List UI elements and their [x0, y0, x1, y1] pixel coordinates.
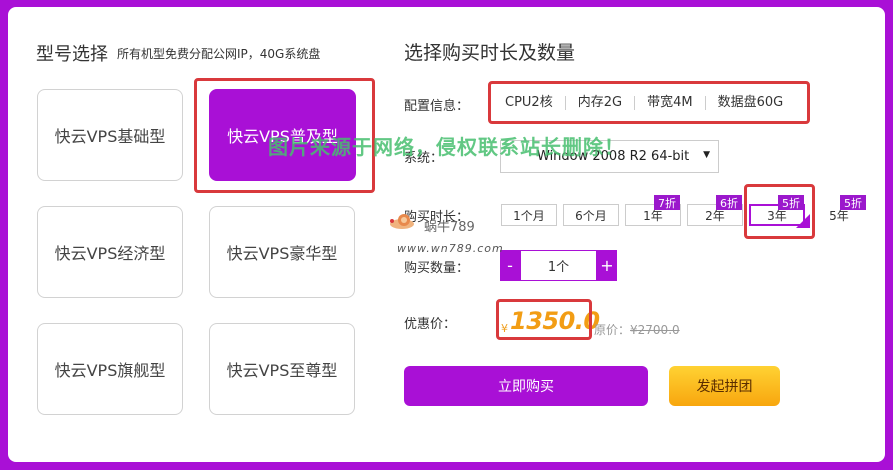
- model-tile-deluxe[interactable]: 快云VPS豪华型: [209, 206, 355, 298]
- config-label: 配置信息：: [404, 99, 470, 114]
- price-currency: ¥: [501, 322, 508, 335]
- config-memory: 内存2G: [566, 96, 636, 110]
- original-price-prefix: 原价：: [594, 323, 631, 337]
- original-price: 原价：¥2700.0: [594, 321, 680, 338]
- model-tile-flagship[interactable]: 快云VPS旗舰型: [37, 323, 183, 415]
- chevron-down-icon: ▼: [703, 150, 710, 160]
- model-tile-economy[interactable]: 快云VPS经济型: [37, 206, 183, 298]
- model-section-subtitle: 所有机型免费分配公网IP，40G系统盘: [117, 47, 321, 61]
- model-tile-supreme[interactable]: 快云VPS至尊型: [209, 323, 355, 415]
- buy-now-button[interactable]: 立即购买: [404, 366, 648, 406]
- quantity-label: 购买数量：: [404, 261, 470, 276]
- discount-badge-5-years: 5折: [840, 195, 866, 210]
- price-label: 优惠价：: [404, 317, 457, 332]
- purchase-section-title: 选择购买时长及数量: [404, 42, 576, 64]
- config-cpu: CPU2核: [493, 96, 566, 110]
- discount-price: 1350.0: [510, 307, 600, 335]
- watermark-text: 图片来源于网络，侵权联系站长删除！: [268, 135, 625, 159]
- model-tile-basic[interactable]: 快云VPS基础型: [37, 89, 183, 181]
- discount-badge-2-years: 6折: [716, 195, 742, 210]
- watermark-site-url: www.wn789.com: [397, 242, 504, 255]
- snail-logo-icon: [390, 214, 414, 229]
- config-bandwidth: 带宽4M: [635, 96, 706, 110]
- discount-badge-1-year: 7折: [654, 195, 680, 210]
- selected-check-icon: [796, 214, 810, 228]
- duration-option-1-month[interactable]: 1个月: [501, 204, 557, 226]
- quantity-plus-button[interactable]: +: [597, 250, 617, 281]
- discount-badge-3-years: 5折: [778, 195, 804, 210]
- original-price-value: ¥2700.0: [630, 323, 680, 337]
- quantity-input[interactable]: 1个: [520, 250, 597, 281]
- model-section-title: 型号选择: [36, 44, 108, 65]
- config-disk: 数据盘60G: [717, 95, 784, 110]
- group-buy-button[interactable]: 发起拼团: [669, 366, 780, 406]
- duration-option-6-months[interactable]: 6个月: [563, 204, 619, 226]
- watermark-site-name: 蜗牛789: [424, 220, 475, 235]
- config-info: CPU2核 内存2G 带宽4M 数据盘60G: [493, 90, 795, 116]
